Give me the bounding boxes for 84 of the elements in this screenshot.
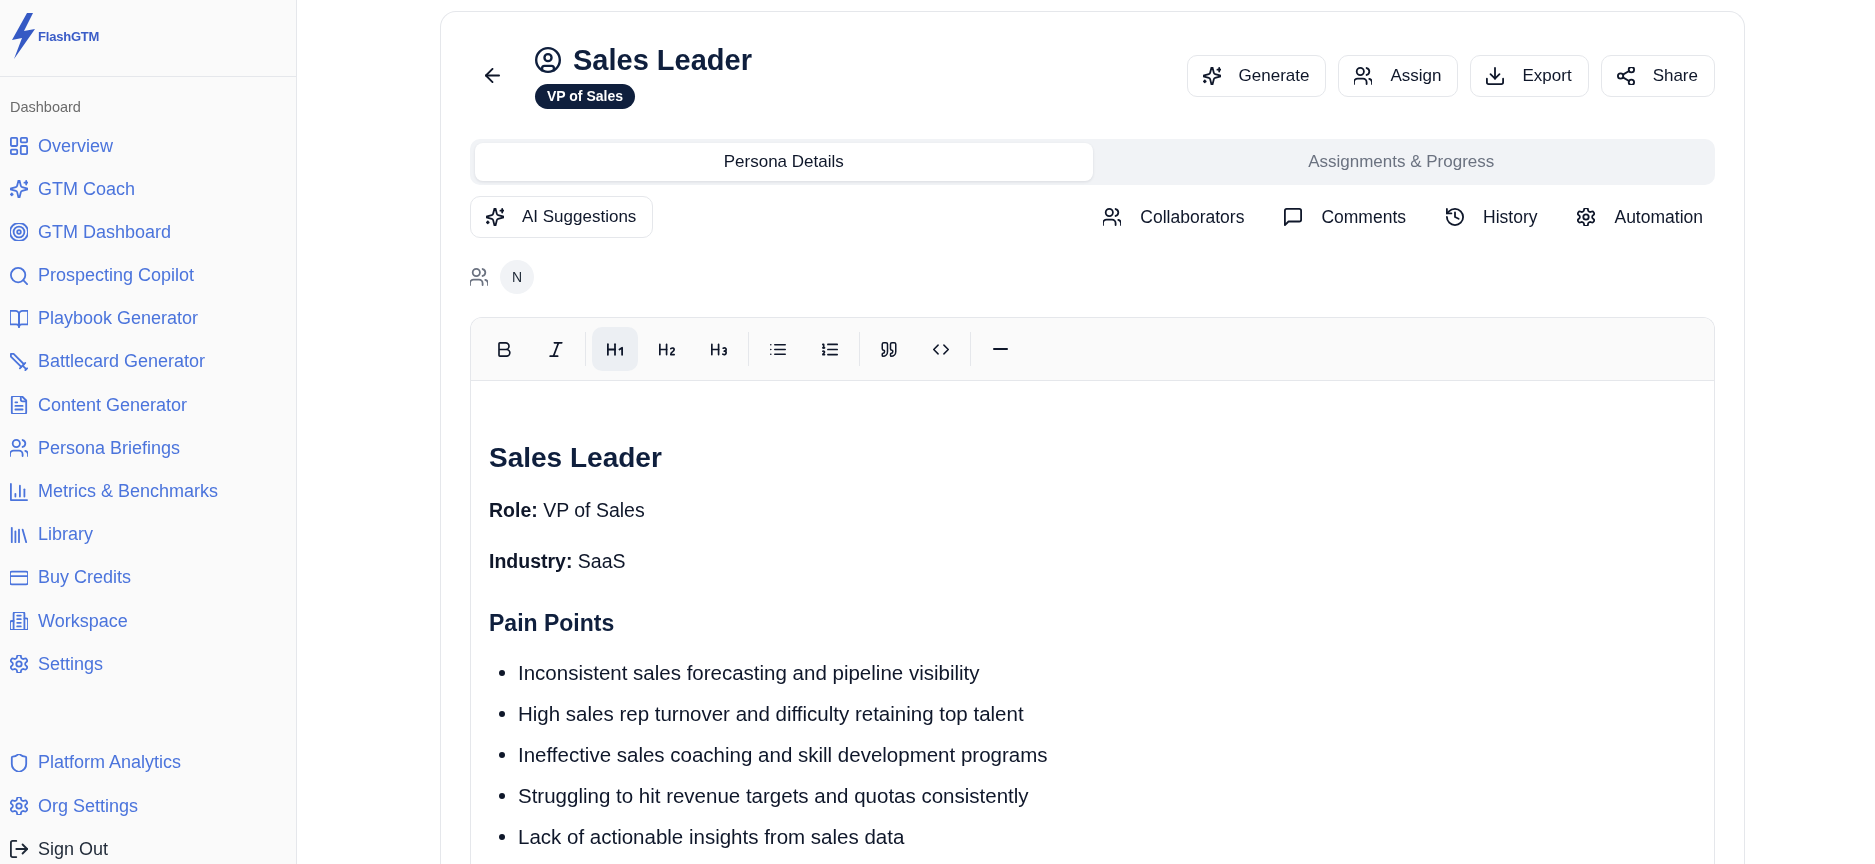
paragraph: Industry: SaaS <box>489 549 626 574</box>
users-icon <box>470 268 488 286</box>
nav-item[interactable]: GTM Dashboard <box>0 217 296 248</box>
settings-icon <box>10 797 28 816</box>
sword-icon <box>10 352 28 371</box>
nav-item[interactable]: Org Settings <box>0 791 296 822</box>
numbered-list-icon <box>822 341 838 357</box>
nav-item[interactable]: Sign Out <box>0 834 296 864</box>
nav-item[interactable]: Library <box>0 519 296 550</box>
document-heading: Sales Leader <box>489 441 662 475</box>
nav-item[interactable]: Buy Credits <box>0 562 296 593</box>
credit-card-icon <box>10 568 28 587</box>
bar-chart-icon <box>10 482 28 501</box>
bullet-icon <box>499 670 505 676</box>
download-icon <box>1486 66 1505 85</box>
settings-icon <box>10 655 28 674</box>
export-button[interactable]: Export <box>1470 54 1589 97</box>
users-icon <box>10 439 28 458</box>
open-book-icon <box>10 309 28 328</box>
list-item: Lack of actionable insights from sales data <box>518 824 905 850</box>
collaborators-button[interactable]: Collaborators <box>1091 196 1257 238</box>
heading-three-icon <box>711 341 727 357</box>
quote-icon <box>881 341 897 357</box>
heading-large-button[interactable] <box>592 327 638 371</box>
document-icon <box>10 396 28 415</box>
nav-item[interactable]: Persona Briefings <box>0 433 296 464</box>
heading-two-icon <box>659 341 675 357</box>
sparkle-icon <box>486 208 504 226</box>
sign-out-icon <box>10 840 28 859</box>
library-books-icon <box>10 525 28 544</box>
nav-item[interactable]: Settings <box>0 649 296 680</box>
shield-icon <box>10 753 28 772</box>
nav-item[interactable]: Platform Analytics <box>0 747 296 778</box>
users-icon <box>1103 208 1122 226</box>
horizontal-rule-icon <box>992 348 1008 350</box>
automation-button[interactable]: Automation <box>1565 196 1715 238</box>
comments-button[interactable]: Comments <box>1272 196 1418 238</box>
history-button[interactable]: History <box>1434 196 1550 238</box>
share-button[interactable]: Share <box>1600 54 1715 97</box>
list-item: Inconsistent sales forecasting and pipeline visibility <box>518 660 980 686</box>
nav-item[interactable]: Content Generator <box>0 390 296 421</box>
heading-one-icon <box>607 341 623 357</box>
bullet-list-icon <box>770 341 786 357</box>
user-circle-icon <box>535 47 561 73</box>
search-icon <box>10 266 28 285</box>
section-label: Dashboard <box>10 98 82 117</box>
building-icon <box>10 612 28 631</box>
list-item: Ineffective sales coaching and skill development programs <box>518 742 1048 768</box>
settings-icon <box>1577 208 1596 226</box>
paragraph: Role: VP of Sales <box>489 498 645 523</box>
persona-title: Sales Leader <box>573 43 752 78</box>
section-heading: Pain Points <box>489 609 615 638</box>
nav-item[interactable]: Battlecard Generator <box>0 346 296 377</box>
comment-icon <box>1284 208 1303 226</box>
nav-item[interactable]: GTM Coach <box>0 174 296 205</box>
bold-icon <box>496 341 512 357</box>
tab[interactable]: Assignments & Progress <box>1092 143 1710 181</box>
bullet-icon <box>499 793 505 799</box>
bullet-icon <box>499 711 505 717</box>
sparkle-icon <box>10 180 28 199</box>
assign-button[interactable]: Assign <box>1338 54 1459 97</box>
share-icon <box>1616 66 1635 85</box>
nav-item[interactable]: Prospecting Copilot <box>0 260 296 291</box>
role-badge: VP of Sales <box>535 84 635 109</box>
generate-button[interactable]: Generate <box>1186 54 1327 97</box>
users-icon <box>1354 66 1373 85</box>
italic-icon <box>548 341 564 357</box>
bullet-icon <box>499 752 505 758</box>
ai-suggestions-button[interactable]: AI Suggestions <box>470 196 654 238</box>
sparkle-icon <box>1202 66 1221 85</box>
dashboard-grid-icon <box>10 137 28 155</box>
bullet-icon <box>499 834 505 840</box>
list-item: High sales rep turnover and difficulty retaining top talent <box>518 701 1024 727</box>
tab[interactable]: Persona Details <box>475 143 1093 181</box>
lightning-bolt-icon <box>10 13 36 59</box>
nav-item[interactable]: Workspace <box>0 606 296 637</box>
target-icon <box>10 223 28 242</box>
nav-item[interactable]: Overview <box>0 131 296 161</box>
nav-item[interactable]: Playbook Generator <box>0 303 296 334</box>
logo-text: FlashGTM <box>38 28 100 44</box>
avatar: N <box>500 260 534 294</box>
list-item: Struggling to hit revenue targets and quotas consistently <box>518 783 1029 809</box>
history-icon <box>1446 208 1464 226</box>
nav-item[interactable]: Metrics & Benchmarks <box>0 476 296 507</box>
